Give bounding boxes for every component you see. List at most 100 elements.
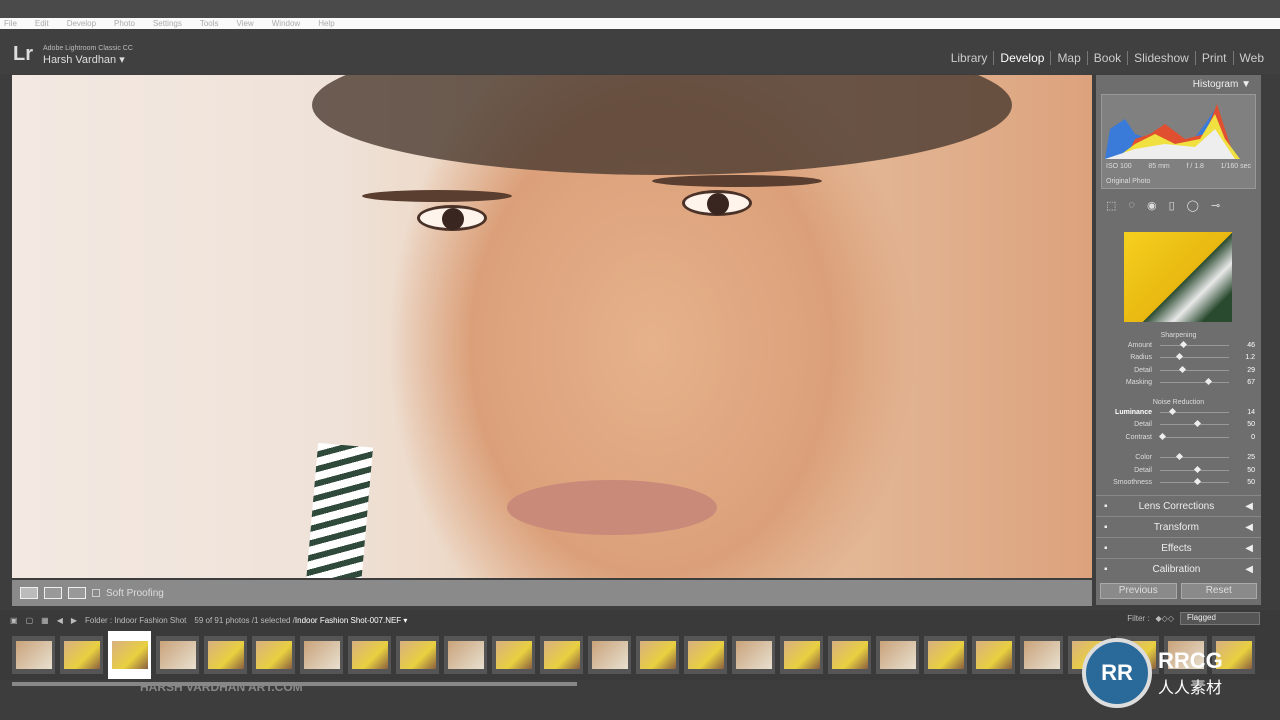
module-slideshow[interactable]: Slideshow [1128,51,1196,65]
filmstrip-thumbnail[interactable] [12,636,55,674]
filmstrip-thumbnail[interactable] [636,636,679,674]
slider-track[interactable] [1160,420,1229,428]
menu-photo[interactable]: Photo [114,18,135,29]
slider-track[interactable] [1158,432,1229,440]
forward-arrow-icon[interactable]: ▶ [71,616,77,625]
adjustment-brush-icon[interactable]: ⊸ [1211,199,1220,212]
previous-button[interactable]: Previous [1100,583,1177,599]
menu-help[interactable]: Help [318,18,334,29]
slider-track[interactable] [1160,365,1229,373]
graduated-filter-icon[interactable]: ▯ [1169,199,1175,212]
filmstrip-thumbnail[interactable] [972,636,1015,674]
before-after-yy-button[interactable] [68,587,86,599]
user-name[interactable]: Harsh Vardhan ▾ [43,53,125,66]
slider-value[interactable]: 50 [1237,421,1255,428]
filmstrip-thumbnail[interactable] [1020,636,1063,674]
filmstrip-thumbnail[interactable] [252,636,295,674]
slider-thumb[interactable] [1205,378,1213,386]
slider-value[interactable]: 67 [1237,379,1255,386]
slider-thumb[interactable] [1193,465,1201,473]
module-map[interactable]: Map [1051,51,1088,65]
filmstrip-thumbnail[interactable] [780,636,823,674]
thumbnail-image [543,641,580,669]
slider-value[interactable]: 46 [1237,342,1255,349]
filmstrip-thumbnail[interactable] [348,636,391,674]
detail-preview[interactable] [1124,232,1232,322]
slider-thumb[interactable] [1158,432,1167,440]
slider-value[interactable]: 50 [1237,467,1255,474]
filmstrip-thumbnail[interactable] [876,636,919,674]
menu-window[interactable]: Window [272,18,300,29]
flag-filter-icon[interactable]: ◆◇◇ [1156,614,1174,623]
soft-proofing-checkbox[interactable] [92,589,100,597]
histogram-header[interactable]: Histogram ▼ [1096,75,1261,94]
filmstrip-thumbnail[interactable] [60,636,103,674]
photo-canvas[interactable] [12,75,1092,578]
slider-value[interactable]: 50 [1237,479,1255,486]
filmstrip-thumbnail[interactable] [396,636,439,674]
slider-track[interactable] [1160,465,1229,473]
filmstrip-thumbnail[interactable] [108,631,151,679]
slider-track[interactable] [1160,478,1229,486]
slider-thumb[interactable] [1178,365,1187,373]
filmstrip-thumbnail[interactable] [444,636,487,674]
filmstrip-thumbnail[interactable] [540,636,583,674]
filmstrip-thumbnail[interactable] [924,636,967,674]
folder-label[interactable]: Folder : Indoor Fashion Shot [85,616,186,625]
module-book[interactable]: Book [1088,51,1129,65]
filmstrip-thumbnail[interactable] [204,636,247,674]
section-calibration[interactable]: ▪ Calibration ◀ [1096,558,1261,579]
module-library[interactable]: Library [945,51,995,65]
module-web[interactable]: Web [1234,51,1270,65]
crop-tool-icon[interactable]: ⬚ [1106,199,1116,212]
filter-select[interactable]: Flagged [1180,612,1260,625]
reset-button[interactable]: Reset [1180,583,1257,599]
module-develop[interactable]: Develop [994,51,1052,65]
slider-thumb[interactable] [1168,407,1176,415]
slider-track[interactable] [1160,340,1229,348]
slider-thumb[interactable] [1193,420,1201,428]
file-name[interactable]: Indoor Fashion Shot-007.NEF ▾ [295,616,408,625]
slider-track[interactable] [1160,378,1229,386]
view-1-button[interactable]: ▣ [10,616,18,625]
slider-label: Detail [1134,366,1152,374]
slider-value[interactable]: 1.2 [1237,354,1255,361]
module-print[interactable]: Print [1196,51,1234,65]
section-lens-corrections[interactable]: ▪ Lens Corrections ◀ [1096,495,1261,516]
filmstrip-thumbnail[interactable] [492,636,535,674]
slider-value[interactable]: 0 [1237,434,1255,441]
filmstrip-thumbnail[interactable] [732,636,775,674]
menu-edit[interactable]: Edit [35,18,49,29]
filmstrip-thumbnail[interactable] [684,636,727,674]
grid-icon[interactable]: ▦ [41,616,49,625]
slider-track[interactable] [1160,453,1229,461]
slider-value[interactable]: 25 [1237,454,1255,461]
slider-value[interactable]: 14 [1237,409,1255,416]
spot-removal-icon[interactable]: ◌ [1128,199,1135,212]
radial-filter-icon[interactable]: ◯ [1187,199,1199,212]
filmstrip-thumbnail[interactable] [300,636,343,674]
slider-thumb[interactable] [1193,478,1201,486]
loupe-view-button[interactable] [20,587,38,599]
slider-thumb[interactable] [1179,340,1187,348]
menu-file[interactable]: File [4,18,17,29]
menu-settings[interactable]: Settings [153,18,182,29]
slider-thumb[interactable] [1176,453,1184,461]
back-arrow-icon[interactable]: ◀ [57,616,63,625]
red-eye-icon[interactable]: ◉ [1147,199,1157,212]
slider-track[interactable] [1160,353,1229,361]
filmstrip-thumbnail[interactable] [156,636,199,674]
filmstrip-thumbnail[interactable] [588,636,631,674]
before-after-button[interactable] [44,587,62,599]
slider-thumb[interactable] [1176,353,1184,361]
section-transform[interactable]: ▪ Transform ◀ [1096,516,1261,537]
menu-tools[interactable]: Tools [200,18,219,29]
menu-view[interactable]: View [237,18,254,29]
menu-develop[interactable]: Develop [67,18,96,29]
slider-track[interactable] [1160,407,1229,415]
slider-value[interactable]: 29 [1237,367,1255,374]
section-effects[interactable]: ▪ Effects ◀ [1096,537,1261,558]
slider-row: Color 25 [1096,452,1261,465]
view-2-button[interactable]: ▢ [26,616,34,625]
filmstrip-thumbnail[interactable] [828,636,871,674]
